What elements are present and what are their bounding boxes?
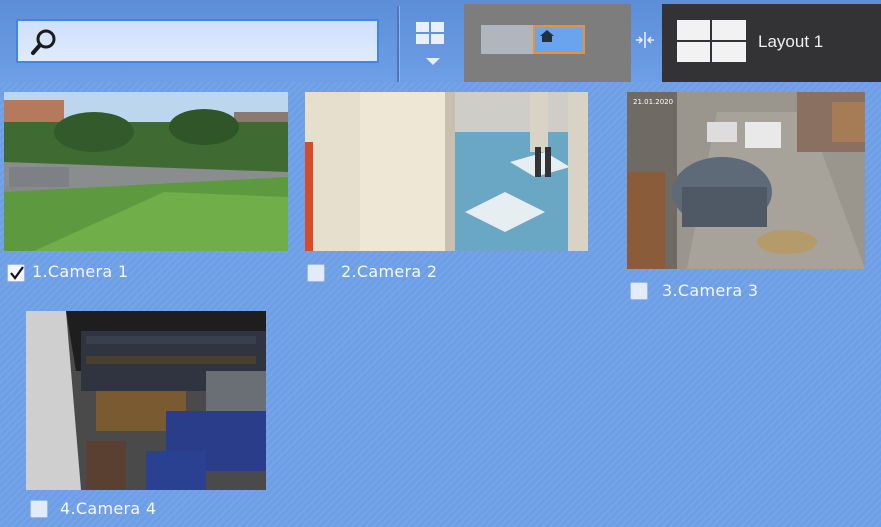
search-icon [31, 29, 56, 55]
camera-thumbnail[interactable] [305, 92, 588, 251]
home-icon [540, 30, 554, 42]
layout-tab[interactable]: Layout 1 [662, 4, 881, 82]
camera-checkbox-2[interactable] [307, 264, 325, 282]
camera-label-4: 4.Camera 4 [60, 499, 157, 518]
camera-label-3: 3.Camera 3 [662, 281, 759, 300]
checkmark-icon [10, 266, 24, 280]
chevron-down-icon [426, 58, 440, 65]
camera-label-2: 2.Camera 2 [341, 262, 438, 281]
toolbar-divider [397, 6, 400, 82]
top-toolbar: Layout 1 [0, 0, 881, 82]
camera-thumbnail[interactable] [4, 92, 288, 251]
camera-checkbox-1[interactable] [7, 264, 25, 282]
svg-text:21.01.2020: 21.01.2020 [633, 98, 673, 106]
layout-grid-dropdown-button[interactable] [412, 18, 452, 70]
camera-label-1: 1.Camera 1 [32, 262, 129, 281]
camera-checkbox-4[interactable] [30, 500, 48, 518]
search-box[interactable] [16, 19, 379, 63]
layout-grid-icon [677, 20, 746, 62]
layout-title: Layout 1 [758, 32, 824, 51]
search-input[interactable] [72, 29, 376, 55]
layout-slot-panel [464, 4, 631, 82]
layout-slot[interactable] [481, 25, 533, 54]
split-arrows-icon[interactable] [634, 30, 656, 50]
camera-checkbox-3[interactable] [630, 282, 648, 300]
layout-slot-active[interactable] [533, 25, 585, 54]
camera-thumbnail[interactable] [26, 311, 266, 490]
camera-thumbnail[interactable]: 21.01.2020 [627, 92, 865, 269]
